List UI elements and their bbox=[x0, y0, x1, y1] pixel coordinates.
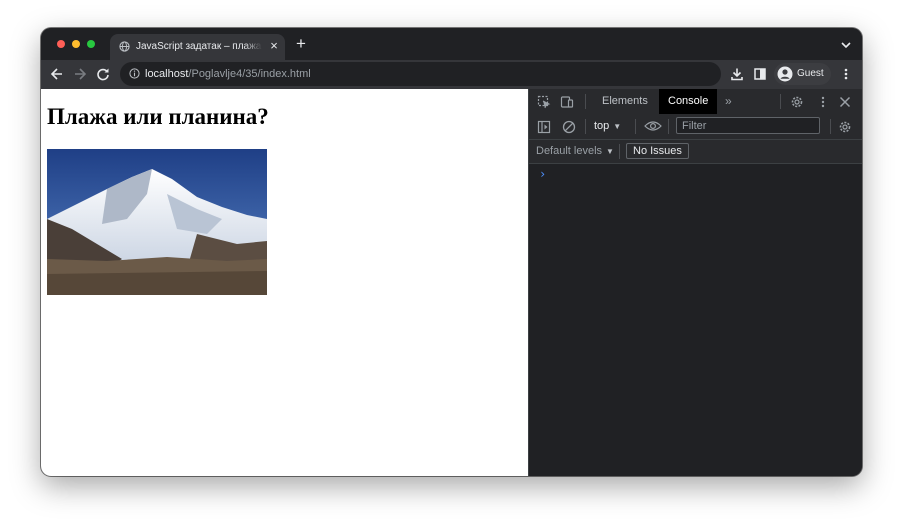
url-text: localhost/Poglavlje4/35/index.html bbox=[145, 68, 311, 80]
new-tab-button[interactable]: + bbox=[294, 35, 308, 52]
url-path: /Poglavlje4/35/index.html bbox=[188, 68, 311, 80]
info-icon[interactable] bbox=[129, 68, 140, 79]
console-levels-bar: Default levels ▼ No Issues bbox=[529, 140, 862, 164]
show-sidebar-icon[interactable] bbox=[537, 120, 551, 134]
toolbar-divider bbox=[619, 144, 620, 159]
toolbar-divider bbox=[585, 94, 586, 109]
browser-toolbar: localhost/Poglavlje4/35/index.html Guest bbox=[41, 60, 862, 89]
download-icon[interactable] bbox=[730, 67, 744, 81]
console-settings-gear-icon[interactable] bbox=[838, 120, 852, 134]
kebab-menu-icon[interactable] bbox=[839, 67, 853, 81]
context-select[interactable]: top ▼ bbox=[594, 120, 621, 133]
toolbar-divider bbox=[780, 94, 781, 109]
forward-arrow-icon[interactable] bbox=[73, 67, 87, 81]
toolbar-divider bbox=[635, 119, 636, 134]
avatar-icon bbox=[777, 66, 793, 82]
filter-input[interactable]: Filter bbox=[676, 117, 820, 134]
mountain-image bbox=[47, 149, 267, 295]
tab-title: JavaScript задатак – плажа или планина bbox=[136, 41, 262, 53]
context-select-value: top bbox=[594, 120, 610, 132]
profile-label: Guest bbox=[797, 68, 824, 79]
toolbar-divider bbox=[668, 119, 669, 134]
tab-search-chevron-icon[interactable] bbox=[840, 39, 852, 51]
globe-icon bbox=[119, 41, 130, 52]
url-host: localhost bbox=[145, 68, 189, 80]
tab-strip: JavaScript задатак – плажа или планина ×… bbox=[41, 28, 862, 60]
minimize-window-button[interactable] bbox=[72, 40, 80, 48]
inspect-element-icon[interactable] bbox=[537, 95, 551, 109]
browser-window: JavaScript задатак – плажа или планина ×… bbox=[41, 28, 862, 476]
filter-placeholder: Filter bbox=[682, 120, 707, 132]
close-tab-button[interactable]: × bbox=[267, 39, 281, 53]
address-bar[interactable]: localhost/Poglavlje4/35/index.html bbox=[120, 62, 721, 86]
close-devtools-icon[interactable] bbox=[838, 95, 852, 109]
reload-icon[interactable] bbox=[96, 67, 110, 81]
toolbar-divider bbox=[830, 119, 831, 134]
toolbar-divider bbox=[585, 119, 586, 134]
side-panel-icon[interactable] bbox=[753, 67, 767, 81]
devtools-panel: Elements Console » top ▼ Filter Default … bbox=[528, 89, 862, 476]
close-window-button[interactable] bbox=[57, 40, 65, 48]
live-expression-eye-icon[interactable] bbox=[644, 119, 662, 133]
back-arrow-icon[interactable] bbox=[50, 67, 64, 81]
levels-dropdown[interactable]: Default levels ▼ bbox=[536, 145, 614, 158]
caret-down-icon: ▼ bbox=[606, 147, 614, 156]
console-toolbar: top ▼ Filter bbox=[529, 114, 862, 140]
page-viewport: Плажа или планина? bbox=[41, 89, 528, 476]
console-prompt[interactable]: › bbox=[539, 167, 546, 181]
levels-label: Default levels bbox=[536, 145, 603, 157]
more-tabs-chevron-icon[interactable]: » bbox=[725, 95, 732, 107]
page-title: Плажа или планина? bbox=[47, 104, 269, 129]
device-toolbar-icon[interactable] bbox=[560, 95, 574, 109]
caret-down-icon: ▼ bbox=[613, 122, 622, 131]
browser-tab[interactable]: JavaScript задатак – плажа или планина × bbox=[110, 34, 285, 60]
kebab-menu-icon[interactable] bbox=[816, 95, 830, 109]
devtools-tab-bar: Elements Console » bbox=[529, 89, 862, 115]
issues-button[interactable]: No Issues bbox=[626, 143, 689, 159]
profile-button[interactable]: Guest bbox=[774, 63, 831, 85]
zoom-window-button[interactable] bbox=[87, 40, 95, 48]
tab-console[interactable]: Console bbox=[659, 89, 718, 114]
tab-elements[interactable]: Elements bbox=[593, 89, 657, 114]
clear-console-icon[interactable] bbox=[562, 120, 576, 134]
settings-gear-icon[interactable] bbox=[790, 95, 804, 109]
